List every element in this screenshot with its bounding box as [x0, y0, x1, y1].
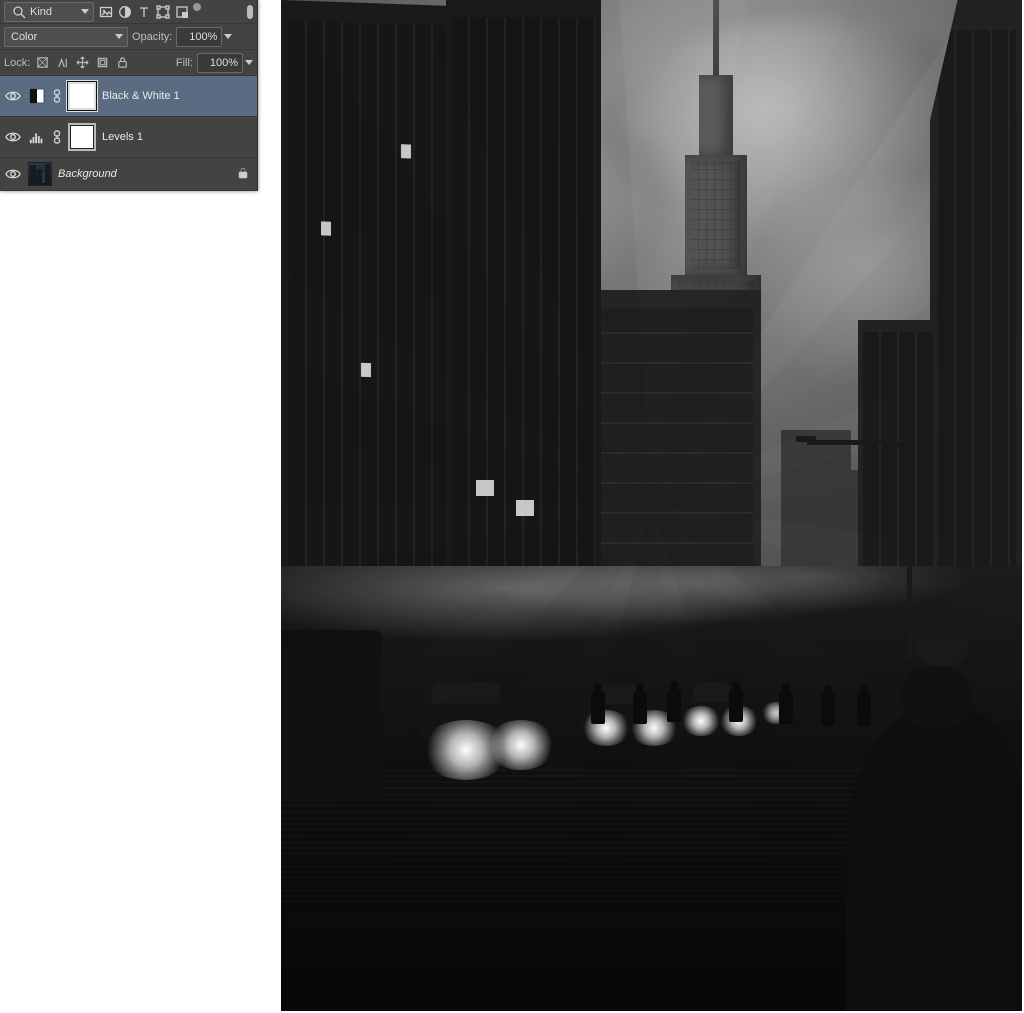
layer-mask-thumb[interactable] — [68, 123, 96, 151]
bw-adjust-icon — [28, 83, 46, 109]
chevron-down-icon[interactable] — [224, 34, 232, 39]
link-icon[interactable] — [52, 124, 62, 150]
fill-label: Fill: — [176, 57, 193, 69]
lock-all-icon[interactable] — [114, 55, 130, 71]
layer-name[interactable]: Black & White 1 — [102, 90, 251, 102]
lock-transparent-icon[interactable] — [34, 55, 50, 71]
layer-row-bw1[interactable]: Black & White 1 — [0, 76, 257, 117]
layer-row-background[interactable]: Background — [0, 158, 257, 191]
layers-panel: Kind Color — [0, 0, 258, 191]
link-icon[interactable] — [52, 83, 62, 109]
visibility-toggle-icon[interactable] — [4, 165, 22, 183]
layer-row-levels1[interactable]: Levels 1 — [0, 117, 257, 158]
layer-name[interactable]: Levels 1 — [102, 131, 251, 143]
chevron-down-icon — [115, 34, 123, 39]
opacity-value: 100% — [189, 31, 217, 43]
chevron-down-icon[interactable] — [245, 60, 253, 65]
layer-thumb[interactable] — [28, 162, 52, 186]
lock-label: Lock: — [4, 57, 30, 69]
blend-mode-value: Color — [11, 31, 37, 43]
lock-artboard-icon[interactable] — [94, 55, 110, 71]
fill-field[interactable]: 100% — [197, 53, 243, 73]
lock-position-icon[interactable] — [74, 55, 90, 71]
layers-filter-row: Kind — [0, 0, 257, 24]
app-stage: Kind Color — [0, 0, 1024, 1013]
filter-type-icon[interactable] — [136, 4, 151, 19]
layer-name[interactable]: Background — [58, 168, 231, 180]
visibility-toggle-icon[interactable] — [4, 87, 22, 105]
visibility-toggle-icon[interactable] — [4, 128, 22, 146]
filter-pixel-icon[interactable] — [98, 4, 113, 19]
filter-smartobj-icon[interactable] — [174, 4, 189, 19]
layer-mask-thumb[interactable] — [68, 82, 96, 110]
blend-opacity-row: Color Opacity: 100% — [0, 24, 257, 50]
opacity-field-wrap: 100% — [176, 27, 232, 47]
document-canvas[interactable] — [281, 0, 1022, 1011]
filter-extra-icon[interactable] — [193, 3, 201, 11]
lock-icon — [237, 167, 251, 181]
opacity-field[interactable]: 100% — [176, 27, 222, 47]
search-icon — [11, 4, 26, 19]
filter-adjust-icon[interactable] — [117, 4, 132, 19]
layer-filter-kind-dropdown[interactable]: Kind — [4, 2, 94, 22]
fill-value: 100% — [210, 57, 238, 69]
thumb-preview — [29, 163, 51, 185]
fill-field-wrap: 100% — [197, 53, 253, 73]
blend-mode-dropdown[interactable]: Color — [4, 27, 128, 47]
chevron-down-icon — [81, 9, 89, 14]
opacity-label: Opacity: — [132, 31, 172, 43]
filter-shape-icon[interactable] — [155, 4, 170, 19]
filter-toggle-switch[interactable] — [247, 5, 253, 19]
lock-fill-row: Lock: Fill: 100% — [0, 50, 257, 76]
lock-image-icon[interactable] — [54, 55, 70, 71]
film-grain — [281, 0, 1022, 1011]
filter-kind-label: Kind — [30, 6, 52, 18]
levels-adjust-icon — [28, 124, 46, 150]
